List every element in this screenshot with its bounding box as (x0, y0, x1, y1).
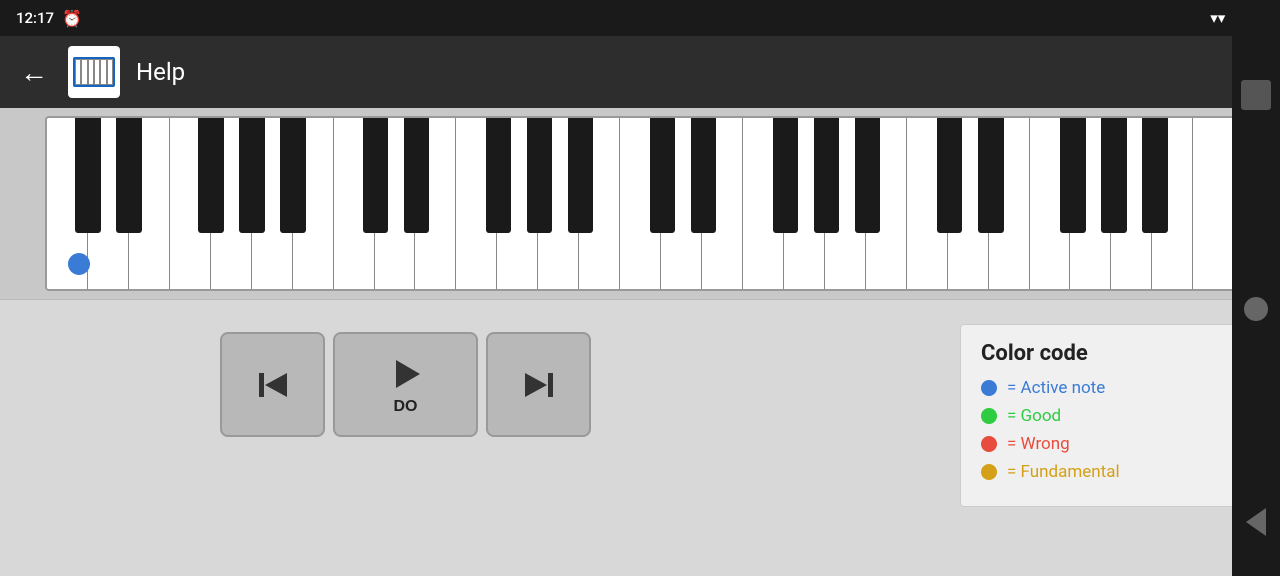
color-code-title: Color code (981, 341, 1239, 366)
skip-forward-icon (519, 365, 559, 405)
sidebar-square-button[interactable] (1241, 80, 1271, 110)
black-key[interactable] (937, 118, 962, 233)
color-items-list: = Active note = Good = Wrong = Fundamental (981, 378, 1239, 482)
main-content: DO Color code = Active note = Good = Wrong… (0, 108, 1280, 576)
black-key[interactable] (280, 118, 305, 233)
color-code-panel: Color code = Active note = Good = Wrong = F… (960, 324, 1260, 507)
black-key[interactable] (239, 118, 264, 233)
note-label: DO (394, 398, 418, 416)
prev-button[interactable] (220, 332, 325, 437)
black-key[interactable] (363, 118, 388, 233)
black-key[interactable] (568, 118, 593, 233)
black-key[interactable] (855, 118, 880, 233)
white-keys-container (47, 118, 1233, 289)
black-key[interactable] (198, 118, 223, 233)
black-key[interactable] (691, 118, 716, 233)
wifi-icon: ▾▾ (1210, 9, 1225, 27)
sidebar-circle-button[interactable] (1244, 297, 1268, 321)
color-dot (981, 436, 997, 452)
skip-back-icon (253, 365, 293, 405)
sidebar-back-button[interactable] (1246, 508, 1266, 536)
color-item: = Fundamental (981, 462, 1239, 482)
status-left: 12:17 ⏰ (16, 9, 82, 28)
black-key[interactable] (814, 118, 839, 233)
active-note-dot (68, 253, 90, 275)
piano-keyboard (45, 116, 1235, 291)
black-key[interactable] (116, 118, 141, 233)
black-key[interactable] (1142, 118, 1167, 233)
play-icon (386, 354, 426, 394)
white-key[interactable] (1193, 118, 1233, 289)
color-label: = Good (1007, 406, 1061, 426)
color-dot (981, 408, 997, 424)
time-display: 12:17 (16, 9, 54, 27)
status-bar: 12:17 ⏰ ▾▾ ▐ 🔋 (0, 0, 1280, 36)
bottom-section: DO Color code = Active note = Good = Wrong… (0, 300, 1280, 576)
color-item: = Active note (981, 378, 1239, 398)
color-label: = Active note (1007, 378, 1105, 398)
color-dot (981, 380, 997, 396)
color-item: = Wrong (981, 434, 1239, 454)
black-key[interactable] (404, 118, 429, 233)
black-key[interactable] (1060, 118, 1085, 233)
app-icon-piano (73, 57, 115, 87)
back-button[interactable]: ← (16, 52, 52, 93)
app-icon (68, 46, 120, 98)
controls-group: DO (220, 332, 591, 437)
color-item: = Good (981, 406, 1239, 426)
color-dot (981, 464, 997, 480)
black-key[interactable] (75, 118, 100, 233)
play-button[interactable]: DO (333, 332, 478, 437)
black-key[interactable] (486, 118, 511, 233)
black-key[interactable] (1101, 118, 1126, 233)
top-bar: ← Help ⚙ (0, 36, 1280, 108)
alarm-icon: ⏰ (62, 9, 82, 28)
color-label: = Fundamental (1007, 462, 1120, 482)
piano-container (0, 108, 1280, 300)
next-button[interactable] (486, 332, 591, 437)
black-key[interactable] (773, 118, 798, 233)
color-label: = Wrong (1007, 434, 1070, 454)
black-key[interactable] (650, 118, 675, 233)
page-title: Help (136, 58, 1223, 86)
right-sidebar (1232, 0, 1280, 576)
black-key[interactable] (527, 118, 552, 233)
black-key[interactable] (978, 118, 1003, 233)
